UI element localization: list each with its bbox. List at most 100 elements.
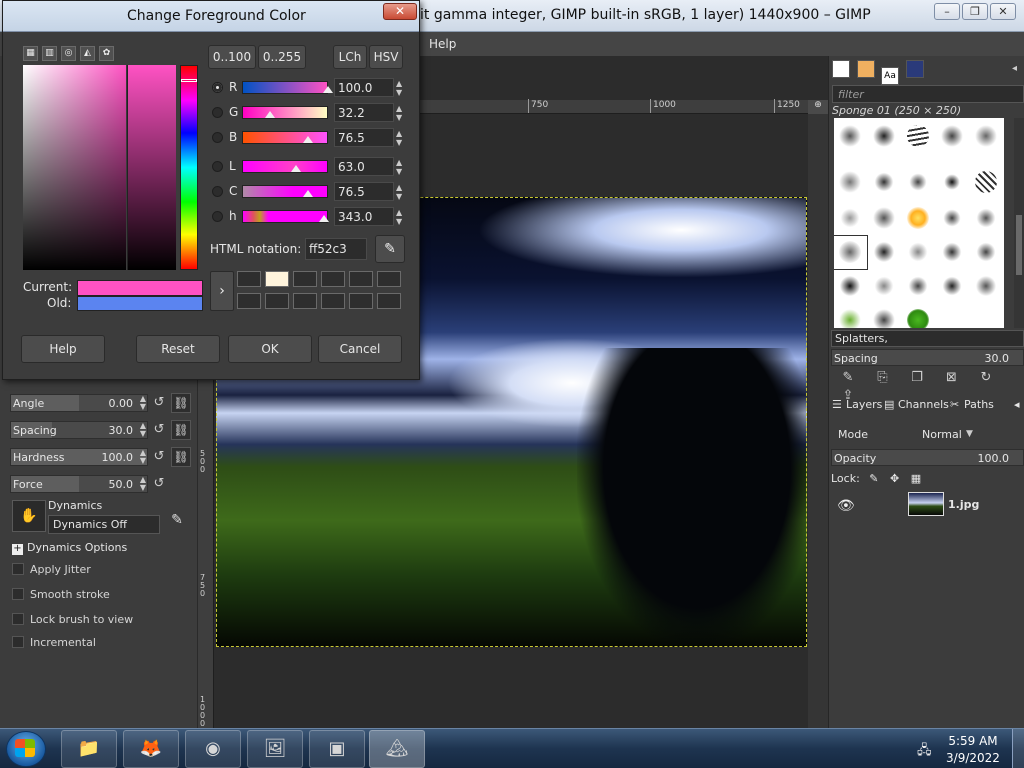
slider-marker[interactable] xyxy=(318,215,329,222)
menu-help[interactable]: Help xyxy=(429,37,456,51)
smooth-stroke-checkbox[interactable]: Smooth stroke xyxy=(12,588,110,601)
spin-arrows-icon[interactable]: ▲ ▼ xyxy=(140,449,146,465)
reset-icon[interactable]: ↺ xyxy=(152,449,166,465)
channel-radio[interactable] xyxy=(212,107,223,118)
brush-grid[interactable] xyxy=(834,118,1004,328)
channel-slider[interactable] xyxy=(242,160,328,173)
layer-name[interactable]: 1.jpg xyxy=(948,498,979,511)
slider-marker[interactable] xyxy=(264,111,275,118)
channel-value-input[interactable]: 76.5 xyxy=(334,182,394,201)
hardness-slider[interactable]: Hardness 100.0 ▲ ▼ xyxy=(10,448,148,466)
link-icon[interactable]: ⛓ xyxy=(171,393,191,413)
add-to-history-button[interactable]: › xyxy=(210,271,234,311)
html-notation-input[interactable]: ff52c3 xyxy=(305,238,367,260)
channel-slider[interactable] xyxy=(242,210,328,223)
gimp-selector-icon[interactable]: ▦ xyxy=(23,46,38,61)
angle-slider[interactable]: Angle 0.00 ▲ ▼ xyxy=(10,394,148,412)
gimp-taskbar-icon[interactable]: 🏔 xyxy=(369,730,425,768)
spin-arrows-icon[interactable]: ▲ ▼ xyxy=(396,183,402,201)
channel-slider[interactable] xyxy=(242,131,328,144)
documents-tab-icon[interactable] xyxy=(905,60,924,78)
spacing-slider[interactable]: Spacing 30.0 ▲ ▼ xyxy=(10,421,148,439)
brush-spacing-slider[interactable]: Spacing 30.0 xyxy=(831,349,1024,366)
force-slider[interactable]: Force 50.0 ▲ ▼ xyxy=(10,475,148,493)
dynamics-icon[interactable]: ✋ xyxy=(12,500,46,532)
navigate-button[interactable]: ⊕ xyxy=(808,100,828,114)
explorer-taskbar-icon[interactable]: 📁 xyxy=(61,730,117,768)
value-strip[interactable] xyxy=(127,65,176,270)
channel-slider[interactable] xyxy=(242,185,328,198)
range-0-255-button[interactable]: 0..255 xyxy=(258,45,306,69)
history-swatch[interactable] xyxy=(293,293,317,309)
cancel-button[interactable]: Cancel xyxy=(318,335,402,363)
dynamics-options-expander[interactable]: + Dynamics Options xyxy=(12,541,127,555)
dialog-close-button[interactable]: ✕ xyxy=(383,3,417,20)
edit-brush-icon[interactable]: ✎ xyxy=(838,370,858,388)
dynamics-select[interactable]: Dynamics Off xyxy=(48,515,160,534)
dock-menu-icon[interactable]: ◂ xyxy=(1014,398,1020,411)
reset-icon[interactable]: ↺ xyxy=(152,395,166,411)
spin-arrows-icon[interactable]: ▲ ▼ xyxy=(140,395,146,411)
range-0-100-button[interactable]: 0..100 xyxy=(208,45,256,69)
saturation-value-square[interactable] xyxy=(23,65,126,270)
paths-tab-icon[interactable]: ✂ xyxy=(950,398,959,411)
history-swatch[interactable] xyxy=(237,271,261,287)
slider-marker[interactable] xyxy=(302,190,313,197)
history-swatch[interactable] xyxy=(321,271,345,287)
clock-date[interactable]: 3/9/2022 xyxy=(944,751,1002,765)
restore-button[interactable]: ❐ xyxy=(962,3,988,20)
refresh-brushes-icon[interactable]: ↻ xyxy=(976,370,996,388)
spin-arrows-icon[interactable]: ▲ ▼ xyxy=(140,476,146,492)
eyedropper-icon[interactable]: ✎ xyxy=(375,235,405,263)
wheel-selector-icon[interactable]: ◎ xyxy=(61,46,76,61)
link-icon[interactable]: ⛓ xyxy=(171,420,191,440)
hsv-button[interactable]: HSV xyxy=(369,45,403,69)
channel-radio[interactable] xyxy=(212,132,223,143)
apply-jitter-checkbox[interactable]: Apply Jitter xyxy=(12,563,91,576)
brushes-tab-icon[interactable] xyxy=(832,60,850,78)
channel-radio[interactable] xyxy=(212,161,223,172)
network-tray-icon[interactable]: 🖧 xyxy=(917,741,932,763)
ok-button[interactable]: OK xyxy=(228,335,312,363)
layers-tab-icon[interactable]: ☰ xyxy=(832,398,842,411)
channel-value-input[interactable]: 32.2 xyxy=(334,103,394,122)
reset-button[interactable]: Reset xyxy=(136,335,220,363)
tab-layers[interactable]: Layers xyxy=(846,398,882,411)
spin-arrows-icon[interactable]: ▲ ▼ xyxy=(396,129,402,147)
cmyk-selector-icon[interactable]: ▥ xyxy=(42,46,57,61)
delete-brush-icon[interactable]: ⊠ xyxy=(942,370,962,388)
channels-tab-icon[interactable]: ▤ xyxy=(884,398,894,411)
channel-slider[interactable] xyxy=(242,81,328,94)
lock-brush-checkbox[interactable]: Lock brush to view xyxy=(12,613,133,626)
history-swatch[interactable] xyxy=(237,293,261,309)
layer-row[interactable]: 👁 1.jpg xyxy=(831,490,1024,520)
lock-alpha-icon[interactable]: ▦ xyxy=(911,472,921,485)
incremental-checkbox[interactable]: Incremental xyxy=(12,636,96,649)
channel-value-input[interactable]: 100.0 xyxy=(334,78,394,97)
new-brush-icon[interactable]: ⎘ xyxy=(873,370,893,388)
slider-marker[interactable] xyxy=(323,86,333,93)
clock-time[interactable]: 5:59 AM xyxy=(948,734,998,748)
channel-value-input[interactable]: 76.5 xyxy=(334,128,394,147)
duplicate-brush-icon[interactable]: ❐ xyxy=(907,370,927,388)
help-button[interactable]: Help xyxy=(21,335,105,363)
tab-paths[interactable]: Paths xyxy=(964,398,994,411)
watercolor-selector-icon[interactable]: ✿ xyxy=(99,46,114,61)
dock-menu-icon[interactable]: ◂ xyxy=(1012,63,1017,74)
window-close-button[interactable]: ✕ xyxy=(990,3,1016,20)
history-swatch[interactable] xyxy=(349,271,373,287)
minimize-button[interactable]: – xyxy=(934,3,960,20)
spin-arrows-icon[interactable]: ▲ ▼ xyxy=(396,104,402,122)
chevron-down-icon[interactable]: ▼ xyxy=(966,429,973,439)
mode-select[interactable]: Normal xyxy=(922,428,962,441)
visibility-eye-icon[interactable]: 👁 xyxy=(837,498,855,514)
history-swatch[interactable] xyxy=(377,271,401,287)
channel-radio[interactable] xyxy=(212,82,223,93)
spin-arrows-icon[interactable]: ▲ ▼ xyxy=(396,79,402,97)
channel-value-input[interactable]: 63.0 xyxy=(334,157,394,176)
spin-arrows-icon[interactable]: ▲ ▼ xyxy=(140,422,146,438)
slider-marker[interactable] xyxy=(302,136,313,143)
app-taskbar-icon[interactable]: ▣ xyxy=(309,730,365,768)
firefox-taskbar-icon[interactable]: 🦊 xyxy=(123,730,179,768)
fonts-tab-icon[interactable]: Aa xyxy=(881,67,899,85)
